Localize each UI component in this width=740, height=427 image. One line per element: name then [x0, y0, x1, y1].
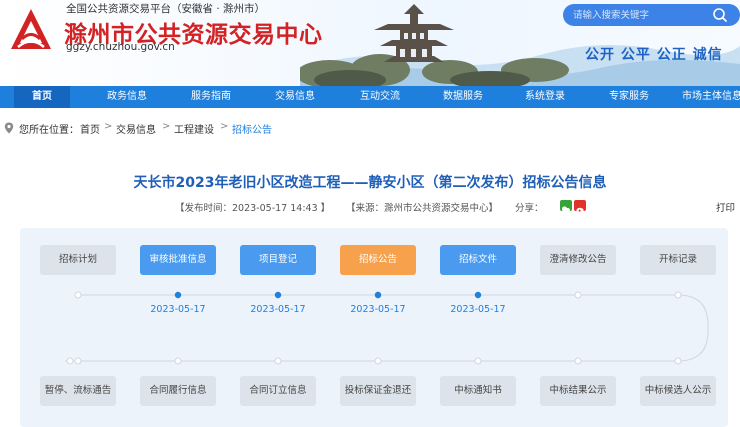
nav-item-data-service[interactable]: 数据服务 — [431, 86, 495, 108]
breadcrumb-item-current: 招标公告 — [232, 125, 272, 136]
step-bid-documents[interactable]: 招标文件 — [440, 245, 516, 275]
step-date: 2023-05-17 — [350, 304, 406, 315]
step-date: 2023-05-17 — [250, 304, 306, 315]
breadcrumb-item-construction[interactable]: 工程建设 — [174, 121, 214, 136]
weibo-icon — [576, 207, 584, 213]
step-project-registration[interactable]: 项目登记 — [240, 245, 316, 275]
main-nav: 首页 政务信息 服务指南 交易信息 互动交流 数据服务 系统登录 专家服务 市场… — [0, 86, 740, 108]
share-label: 分享： — [515, 203, 544, 214]
wechat-icon — [561, 206, 570, 213]
breadcrumb: 您所在位置： 首页 > 交易信息 > 工程建设 > 招标公告 — [0, 108, 740, 148]
source-label: 【来源：滁州市公共资源交易中心】 — [346, 203, 499, 214]
site-tagline: 全国公共资源交易平台（安徽省 · 滁州市） — [66, 3, 266, 15]
breadcrumb-separator: > — [162, 121, 171, 132]
nav-item-trade-info[interactable]: 交易信息 — [263, 86, 327, 108]
print-link[interactable]: 打印 — [716, 200, 735, 214]
breadcrumb-item-trade-info[interactable]: 交易信息 — [116, 121, 156, 136]
slogan: 公开 公平 公正 诚信 — [585, 47, 723, 63]
breadcrumb-separator: > — [104, 121, 113, 132]
step-bid-opening-record[interactable]: 开标记录 — [640, 245, 716, 275]
step-bid-announcement[interactable]: 招标公告 — [340, 245, 416, 275]
step-contract-performance[interactable]: 合同履行信息 — [140, 376, 216, 406]
search-button[interactable] — [700, 4, 740, 26]
breadcrumb-prefix: 您所在位置： — [19, 125, 79, 136]
breadcrumb-separator: > — [220, 121, 229, 132]
step-deposit-refund[interactable]: 投标保证金退还 — [340, 376, 416, 406]
publish-time: 【发布时间：2023-05-17 14:43 】 — [175, 203, 331, 214]
search-icon — [713, 8, 727, 22]
step-bid-plan[interactable]: 招标计划 — [40, 245, 116, 275]
step-suspension-notice[interactable]: 暂停、流标通告 — [40, 376, 116, 406]
step-date: 2023-05-17 — [150, 304, 206, 315]
step-contract-signing[interactable]: 合同订立信息 — [240, 376, 316, 406]
nav-item-government-info[interactable]: 政务信息 — [95, 86, 159, 108]
wechat-share-icon[interactable] — [560, 200, 572, 213]
nav-item-interaction[interactable]: 互动交流 — [348, 86, 412, 108]
step-approval-info[interactable]: 审核批准信息 — [140, 245, 216, 275]
process-flow-panel: 招标计划 审核批准信息 项目登记 招标公告 招标文件 澄清修改公告 开标记录 2… — [20, 228, 728, 427]
step-award-result[interactable]: 中标结果公示 — [540, 376, 616, 406]
site-header: 全国公共资源交易平台（安徽省 · 滁州市） 滁州市公共资源交易中心 ggzy.c… — [0, 0, 740, 86]
nav-item-service-guide[interactable]: 服务指南 — [179, 86, 243, 108]
nav-item-expert-service[interactable]: 专家服务 — [597, 86, 661, 108]
step-clarification-notice[interactable]: 澄清修改公告 — [540, 245, 616, 275]
step-date: 2023-05-17 — [450, 304, 506, 315]
site-domain: ggzy.chuzhou.gov.cn — [66, 41, 175, 53]
nav-item-system-login[interactable]: 系统登录 — [513, 86, 577, 108]
page-title: 天长市2023年老旧小区改造工程——静安小区（第二次发布）招标公告信息 — [133, 175, 607, 191]
step-award-notice[interactable]: 中标通知书 — [440, 376, 516, 406]
logo-icon — [11, 9, 51, 49]
step-candidate-publicity[interactable]: 中标候选人公示 — [640, 376, 716, 406]
weibo-share-icon[interactable] — [574, 200, 586, 213]
location-pin-icon — [4, 122, 14, 134]
nav-item-home[interactable]: 首页 — [14, 86, 70, 108]
nav-item-market-entity[interactable]: 市场主体信息 — [682, 86, 740, 108]
search-input[interactable] — [563, 4, 701, 26]
breadcrumb-item-home[interactable]: 首页 — [80, 121, 100, 136]
